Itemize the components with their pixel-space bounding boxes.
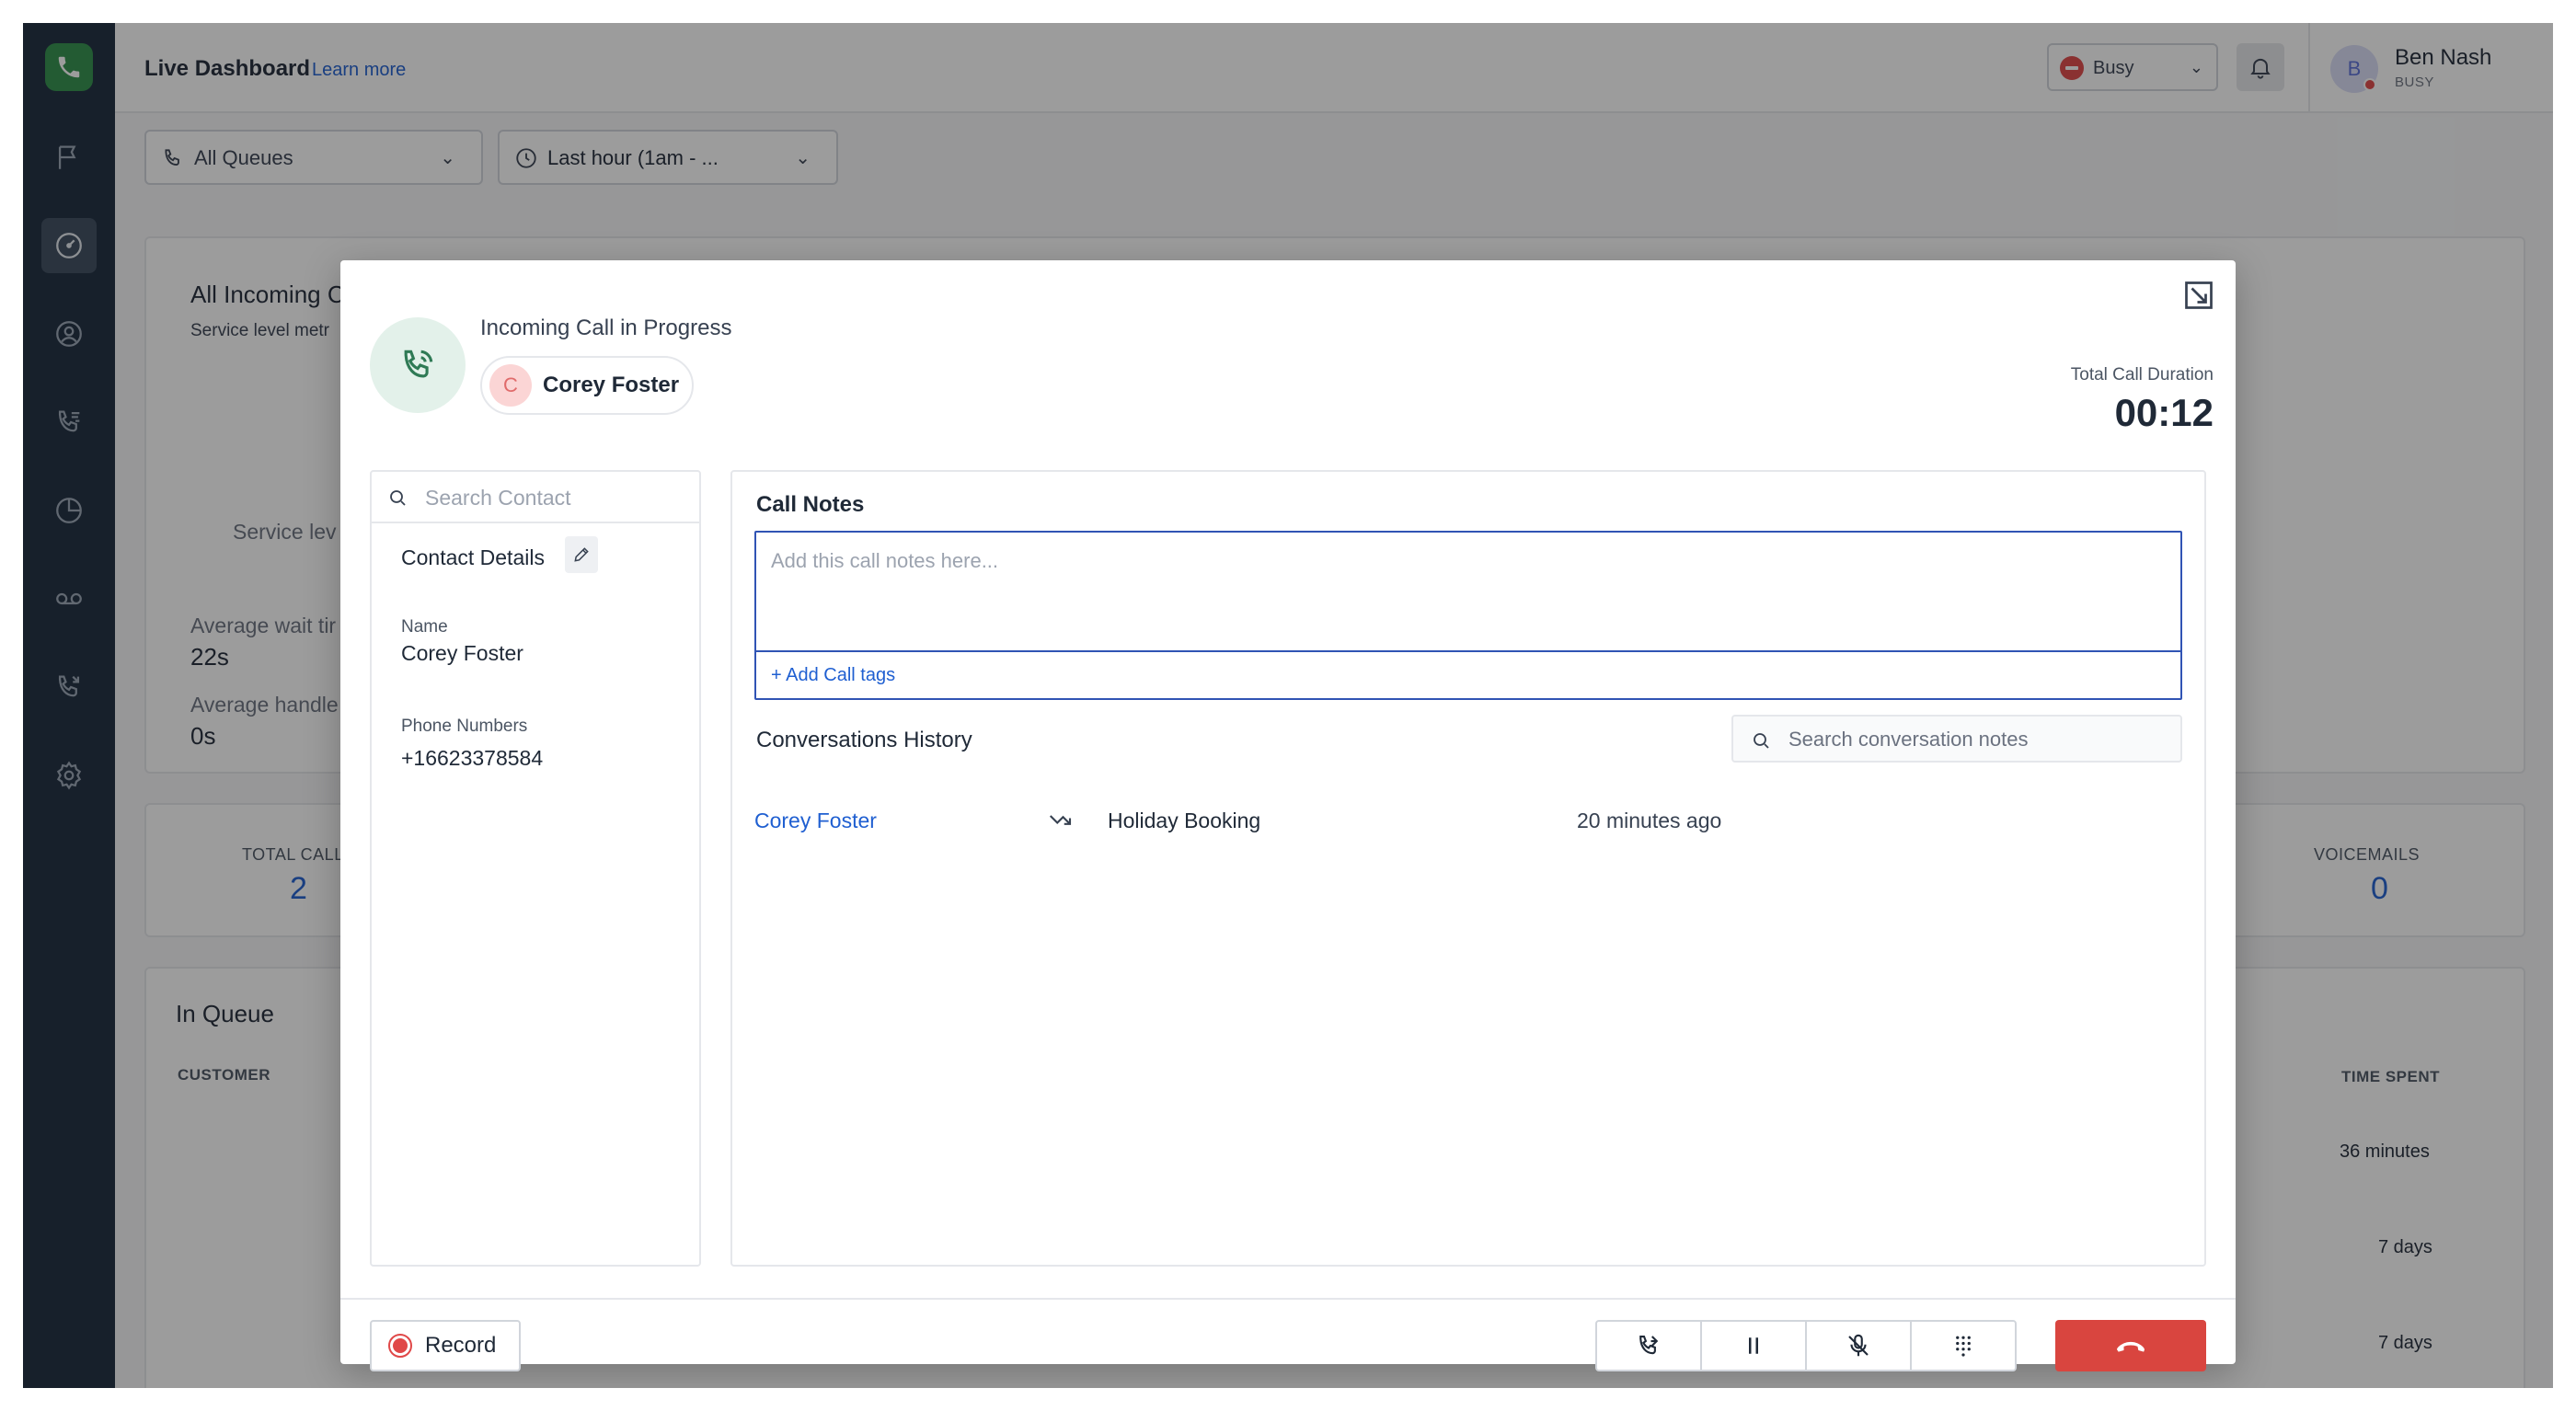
divider (756, 650, 2180, 652)
end-call-icon (2117, 1341, 2145, 1352)
app-window: Live Dashboard Learn more Busy ⌄ B Ben N… (23, 23, 2553, 1388)
call-notes-box: + Add Call tags (754, 531, 2182, 700)
call-duration-label: Total Call Duration (2070, 365, 2214, 384)
call-control-group (1595, 1320, 2017, 1371)
edit-contact-button[interactable] (565, 536, 598, 573)
search-contact-bar (372, 472, 699, 523)
contact-details-title: Contact Details (401, 545, 545, 569)
caller-chip[interactable]: C Corey Foster (480, 356, 695, 415)
caller-avatar: C (489, 364, 532, 407)
conversations-history-title: Conversations History (756, 728, 972, 752)
search-conversation-notes-input[interactable] (1788, 724, 2166, 755)
phone-number-value[interactable]: +16623378584 (401, 746, 543, 771)
add-call-tags-link[interactable]: + Add Call tags (771, 665, 895, 686)
history-row[interactable]: Corey Foster Holiday Booking 20 minutes … (732, 803, 2204, 840)
keypad-button[interactable] (1912, 1322, 2015, 1370)
call-notes-title: Call Notes (756, 492, 865, 517)
history-subject: Holiday Booking (1108, 809, 1261, 832)
name-value: Corey Foster (401, 641, 523, 665)
pause-icon (1749, 1337, 1758, 1354)
record-label: Record (425, 1333, 497, 1358)
search-contact-input[interactable] (425, 481, 683, 514)
phone-numbers-label: Phone Numbers (401, 717, 528, 736)
call-notes-textarea[interactable] (756, 533, 2180, 650)
call-status-title: Incoming Call in Progress (480, 315, 732, 340)
missed-call-arrow-icon (1049, 815, 1072, 825)
hold-button[interactable] (1702, 1322, 1807, 1370)
hang-up-button[interactable] (2055, 1320, 2206, 1371)
minimize-expand-icon[interactable] (2182, 279, 2215, 312)
name-label: Name (401, 617, 448, 637)
search-icon (390, 490, 406, 506)
history-search-bar (1731, 715, 2182, 763)
active-call-modal: Incoming Call in Progress C Corey Foster… (340, 260, 2236, 1371)
transfer-call-button[interactable] (1597, 1322, 1702, 1370)
microphone-off-icon (1848, 1334, 1869, 1357)
record-button[interactable]: Record (370, 1320, 521, 1371)
history-timestamp: 20 minutes ago (1577, 809, 1722, 832)
incoming-call-icon (370, 317, 466, 413)
transfer-phone-icon (1639, 1335, 1659, 1355)
pencil-icon (574, 547, 589, 562)
keypad-icon (1956, 1336, 1971, 1357)
search-icon (1754, 733, 1769, 749)
call-controls-footer: Record (340, 1298, 2236, 1371)
caller-name: Corey Foster (543, 373, 680, 397)
contact-panel: Contact Details Name Corey Foster Phone … (370, 470, 701, 1267)
record-icon (388, 1334, 412, 1358)
call-notes-panel: Call Notes + Add Call tags Conversations… (730, 470, 2206, 1267)
history-contact-link[interactable]: Corey Foster (754, 809, 877, 833)
mute-button[interactable] (1807, 1322, 1912, 1370)
call-duration-timer: 00:12 (2114, 391, 2214, 434)
